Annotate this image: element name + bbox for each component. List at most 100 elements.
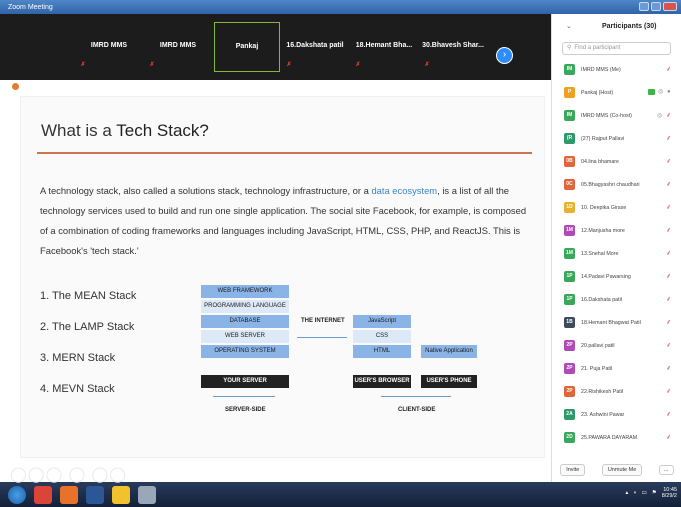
data-ecosystem-link[interactable]: data ecosystem <box>371 185 437 196</box>
mic-muted-icon: ✗ <box>149 62 155 68</box>
video-tile-name: 30.Bhavesh Shar... <box>422 42 484 49</box>
participant-row[interactable]: P Pankaj (Host) ◎ ● <box>552 81 681 104</box>
participant-status-icons: ⸙ <box>666 365 673 372</box>
participant-row[interactable]: 2A 23. Ashwini Pawar ⸙ <box>552 403 681 426</box>
video-tile[interactable]: Pankaj <box>214 22 280 72</box>
slide-paragraph: A technology stack, also called a soluti… <box>40 181 530 261</box>
participant-name: 25.PAWARA DAYARAM <box>581 434 638 441</box>
collapse-chevron-icon[interactable]: ⌄ <box>566 22 572 30</box>
participant-status-icons: ◎ ● <box>648 89 673 95</box>
diagram-box-native-app: Native Application <box>421 345 477 358</box>
meeting-controls-watermark: ◯◯◯ ◯ ◯◯ <box>10 466 128 483</box>
participant-row[interactable]: 1P 14.Padavi Pawarsing ⸙ <box>552 265 681 288</box>
video-strip: › IMRD MMS ✗ IMRD MMS ✗ Pankaj 16.Dakshata pa… <box>0 14 551 80</box>
diagram-internet-label: THE INTERNET <box>301 318 345 324</box>
minimize-button[interactable] <box>639 2 649 11</box>
diagram-client-arrow <box>381 396 451 397</box>
diagram-box-html: HTML <box>353 345 411 358</box>
participant-name: 18.Hemant Bhagwat Patil <box>581 319 641 326</box>
participant-name: 20.pallavi patil <box>581 342 615 349</box>
video-tile[interactable]: 18.Hemant Bha... ✗ <box>351 22 417 72</box>
mic-muted-icon: ⸙ <box>666 135 672 142</box>
participant-name: 13.Snehal More <box>581 250 619 257</box>
participant-row[interactable]: (R (27) Rajput Pallavi ⸙ <box>552 127 681 150</box>
slide-title: What is a Tech Stack? <box>41 121 209 141</box>
video-tile[interactable]: IMRD MMS ✗ <box>76 22 142 72</box>
participant-row[interactable]: 1M 13.Snehal More ⸙ <box>552 242 681 265</box>
title-bar: Zoom Meeting <box>0 0 681 14</box>
close-button[interactable] <box>663 2 677 11</box>
participant-row[interactable]: 1M 12.Manjusha more ⸙ <box>552 219 681 242</box>
participant-row[interactable]: IM IMRD MMS (Co-host) ◎ ⸙ <box>552 104 681 127</box>
participant-row[interactable]: 1P 16.Dakshata patil ⸙ <box>552 288 681 311</box>
participant-name: IMRD MMS (Me) <box>581 66 621 73</box>
mic-muted-icon: ✗ <box>355 62 361 68</box>
mic-icon: ● <box>667 89 671 95</box>
diagram-box-web-framework: WEB FRAMEWORK <box>201 285 289 298</box>
participant-row[interactable]: 2P 22.Rishikesh Patil ⸙ <box>552 380 681 403</box>
participant-row[interactable]: 2D 25.PAWARA DAYARAM ⸙ <box>552 426 681 449</box>
participant-status-icons: ⸙ <box>666 296 673 303</box>
participant-row[interactable]: 1D 10. Deepika Girase ⸙ <box>552 196 681 219</box>
clock[interactable]: 10:45 8/29/2 <box>662 487 677 499</box>
video-tile[interactable]: IMRD MMS ✗ <box>145 22 211 72</box>
participant-search-input[interactable]: ⚲ Find a participant <box>562 42 671 55</box>
mic-muted-icon: ⸙ <box>666 319 672 326</box>
video-on-icon <box>648 89 655 95</box>
diagram-client-side-label: CLIENT-SIDE <box>398 407 436 413</box>
participant-row[interactable]: 1B 18.Hemant Bhagwat Patil ⸙ <box>552 311 681 334</box>
participant-name: Pankaj (Host) <box>581 89 614 96</box>
avatar: 1D <box>564 202 575 213</box>
participant-row[interactable]: 2P 21. Puja Patil ⸙ <box>552 357 681 380</box>
mic-muted-icon: ⸙ <box>666 204 672 211</box>
network-icon[interactable]: ▭ <box>642 490 647 496</box>
tray-arrow-icon[interactable]: ▴ <box>625 490 628 496</box>
zoom-icon[interactable] <box>138 486 156 504</box>
participant-name: 12.Manjusha more <box>581 227 625 234</box>
video-tile[interactable]: 30.Bhavesh Shar... ✗ <box>420 22 486 72</box>
word-icon[interactable] <box>86 486 104 504</box>
diagram-box-javascript: JavaScript <box>353 315 411 328</box>
more-options-button[interactable]: ... <box>658 465 674 475</box>
invite-button[interactable]: Invite <box>560 464 586 476</box>
maximize-button[interactable] <box>651 2 661 11</box>
firefox-icon[interactable] <box>60 486 78 504</box>
share-indicator-icon <box>12 83 19 90</box>
avatar: 2P <box>564 363 575 374</box>
next-videos-button[interactable]: › <box>496 47 513 64</box>
flag-icon[interactable]: ⚑ <box>652 490 657 496</box>
mic-muted-icon: ⸙ <box>666 342 672 349</box>
participant-row[interactable]: 0C 05.Bhagyashri chaudhari ⸙ <box>552 173 681 196</box>
chevron-right-icon: › <box>502 49 507 60</box>
participant-status-icons: ⸙ <box>666 319 673 326</box>
avatar: 1M <box>564 225 575 236</box>
participant-row[interactable]: 0B 04.lina bhamare ⸙ <box>552 150 681 173</box>
slide-title-prefix: What is a <box>41 121 117 140</box>
video-tile[interactable]: 16.Dakshata patil ✗ <box>282 22 348 72</box>
participant-name: 04.lina bhamare <box>581 158 619 165</box>
share-icon: ◎ <box>657 112 663 119</box>
mic-muted-icon: ✗ <box>286 62 292 68</box>
taskbar: ▴ ◖ ▭ ⚑ 10:45 8/29/2 <box>0 482 681 507</box>
avatar: 0B <box>564 156 575 167</box>
chrome-icon[interactable] <box>34 486 52 504</box>
participant-row[interactable]: IM IMRD MMS (Me) ⸙ <box>552 58 681 81</box>
participant-status-icons: ⸙ <box>666 204 673 211</box>
diagram-users-phone: USER'S PHONE <box>421 375 477 388</box>
panel-footer: Invite Unmute Me ... <box>552 460 681 480</box>
unmute-me-button[interactable]: Unmute Me <box>601 464 643 476</box>
video-tile-name: IMRD MMS <box>90 42 128 49</box>
diagram-box-database: DATABASE <box>201 315 289 328</box>
start-button[interactable] <box>8 486 26 504</box>
volume-icon[interactable]: ◖ <box>633 490 636 496</box>
participant-row[interactable]: 2P 20.pallavi patil ⸙ <box>552 334 681 357</box>
diagram-internet-arrow <box>297 337 347 338</box>
mic-muted-icon: ⸙ <box>666 273 672 280</box>
avatar: 0C <box>564 179 575 190</box>
participant-name: 16.Dakshata patil <box>581 296 622 303</box>
participant-status-icons: ⸙ <box>666 342 673 349</box>
participant-status-icons: ⸙ <box>666 135 673 142</box>
notes-icon[interactable] <box>112 486 130 504</box>
participant-status-icons: ⸙ <box>666 66 673 73</box>
participant-list: IM IMRD MMS (Me) ⸙ P Pankaj (Host) ◎ ● IM IMRD M… <box>552 58 681 449</box>
